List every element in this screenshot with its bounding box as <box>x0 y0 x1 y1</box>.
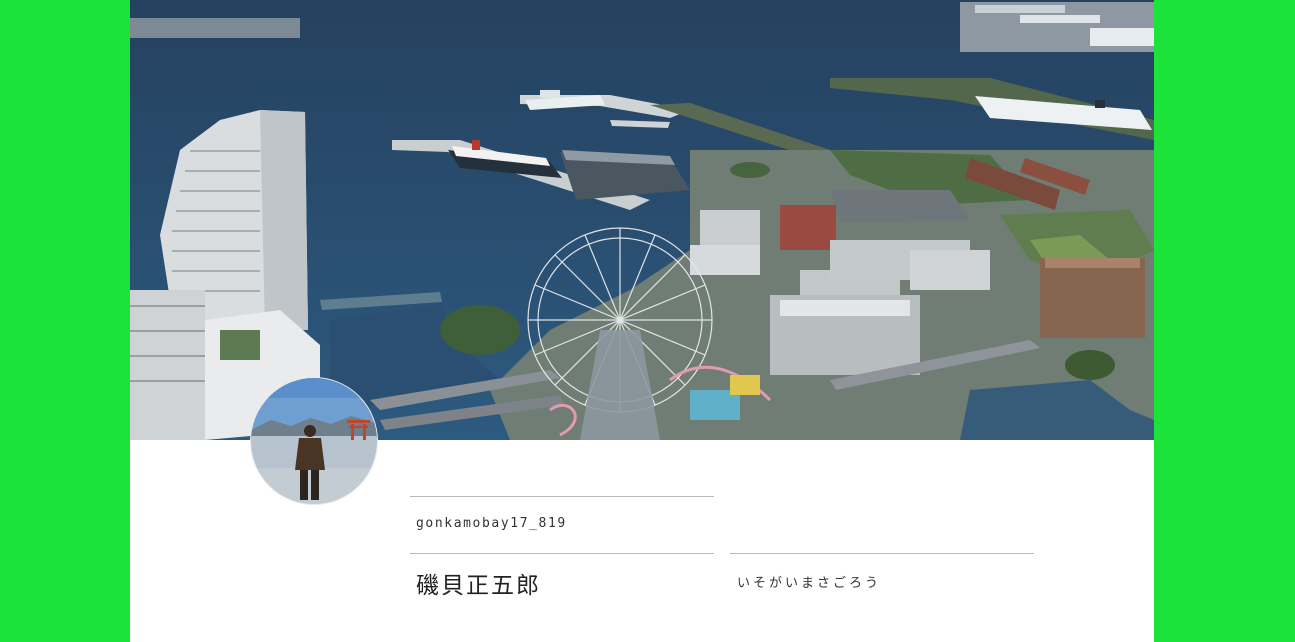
username-handle: gonkamobay17_819 <box>416 516 567 531</box>
divider-name-right <box>730 553 1034 554</box>
person-by-water-photo-icon <box>251 378 377 504</box>
harbor-cityscape-photo-icon <box>130 0 1154 440</box>
avatar[interactable] <box>250 377 378 505</box>
cover-photo <box>130 0 1154 440</box>
profile-card: gonkamobay17_819 磯貝正五郎 いそがいまさごろう <box>130 0 1154 642</box>
display-name: 磯貝正五郎 <box>416 573 541 599</box>
divider-name-left <box>410 553 714 554</box>
name-reading: いそがいまさごろう <box>737 576 882 591</box>
divider-top <box>410 496 714 497</box>
